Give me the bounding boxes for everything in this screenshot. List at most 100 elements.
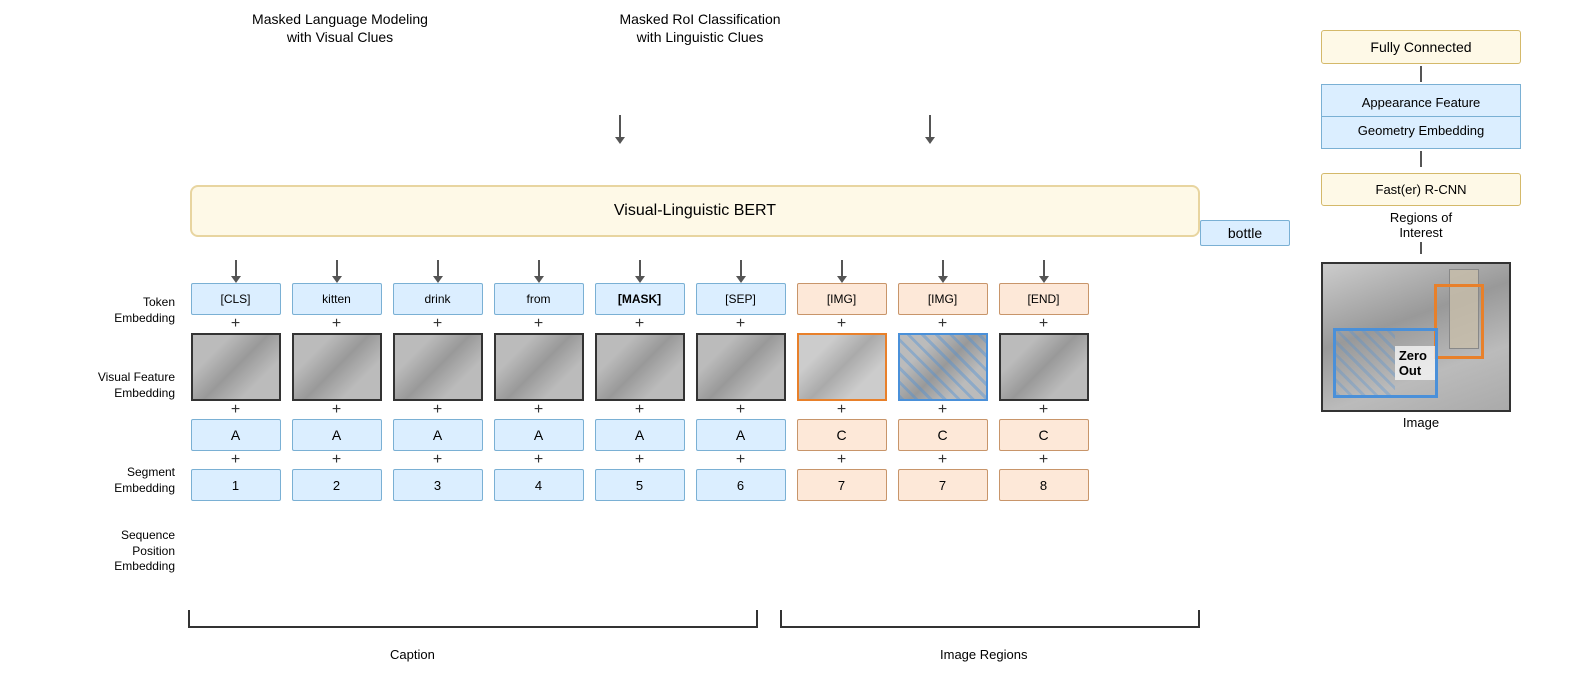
plus1-6: + bbox=[837, 316, 846, 332]
seg-box-4: A bbox=[595, 419, 685, 451]
plus3-6: + bbox=[837, 452, 846, 468]
seq-box-3: 4 bbox=[494, 469, 584, 501]
img-thumb-8 bbox=[999, 333, 1089, 401]
token-box-2: drink bbox=[393, 283, 483, 315]
token-box-1: kitten bbox=[292, 283, 382, 315]
col-1: kitten++A+2 bbox=[289, 260, 384, 501]
seg-box-8: C bbox=[999, 419, 1089, 451]
plus3-2: + bbox=[433, 452, 442, 468]
seg-box-7: C bbox=[898, 419, 988, 451]
row-label-token: Token Embedding bbox=[10, 295, 175, 326]
plus1-5: + bbox=[736, 316, 745, 332]
right-panel: Fully Connected Appearance Feature Geome… bbox=[1276, 30, 1566, 422]
arrow-line-down-0 bbox=[235, 260, 237, 276]
rp-feature-stack: Appearance Feature Geometry Embedding bbox=[1321, 84, 1521, 149]
plus1-3: + bbox=[534, 316, 543, 332]
plus3-8: + bbox=[1039, 452, 1048, 468]
image-box-container: Zero Out Image bbox=[1321, 262, 1521, 422]
plus3-1: + bbox=[332, 452, 341, 468]
columns-area: [CLS]++A+1kitten++A+2drink++A+3from++A+4… bbox=[188, 260, 1091, 501]
arrowhead-down-7 bbox=[938, 276, 948, 283]
seq-box-5: 6 bbox=[696, 469, 786, 501]
seg-box-5: A bbox=[696, 419, 786, 451]
col-3: from++A+4 bbox=[491, 260, 586, 501]
col-4: [MASK]++A+5 bbox=[592, 260, 687, 501]
img-thumb-1 bbox=[292, 333, 382, 401]
caption-bracket bbox=[188, 610, 758, 628]
arrow-line-down-7 bbox=[942, 260, 944, 276]
arrow-line-down-5 bbox=[740, 260, 742, 276]
arrowhead-bottle bbox=[615, 137, 625, 144]
arrow-line-down-2 bbox=[437, 260, 439, 276]
image-box: Zero Out bbox=[1321, 262, 1511, 412]
image-regions-label: Image Regions bbox=[940, 647, 1027, 662]
token-box-3: from bbox=[494, 283, 584, 315]
seg-box-0: A bbox=[191, 419, 281, 451]
plus2-6: + bbox=[837, 402, 846, 418]
image-label: Image bbox=[1321, 415, 1521, 430]
arrow-line-down-3 bbox=[538, 260, 540, 276]
arrow-line-down-6 bbox=[841, 260, 843, 276]
token-box-4: [MASK] bbox=[595, 283, 685, 315]
plus1-2: + bbox=[433, 316, 442, 332]
arrowhead-cat bbox=[925, 137, 935, 144]
zero-out-box: Zero Out bbox=[1333, 328, 1438, 398]
vlbert-box: Visual-Linguistic BERT bbox=[190, 185, 1200, 237]
plus2-2: + bbox=[433, 402, 442, 418]
arrowhead-down-0 bbox=[231, 276, 241, 283]
rp-faster-rcnn: Fast(er) R-CNN bbox=[1321, 173, 1521, 206]
seq-box-0: 1 bbox=[191, 469, 281, 501]
plus2-7: + bbox=[938, 402, 947, 418]
col-0: [CLS]++A+1 bbox=[188, 260, 283, 501]
plus3-4: + bbox=[635, 452, 644, 468]
plus3-7: + bbox=[938, 452, 947, 468]
arrowhead-down-2 bbox=[433, 276, 443, 283]
plus2-0: + bbox=[231, 402, 240, 418]
caption-label: Caption bbox=[390, 647, 435, 662]
plus1-1: + bbox=[332, 316, 341, 332]
col-7: [IMG]+ +C+7 bbox=[895, 260, 990, 501]
plus1-0: + bbox=[231, 316, 240, 332]
arrow-line-down-1 bbox=[336, 260, 338, 276]
seq-box-4: 5 bbox=[595, 469, 685, 501]
row-label-sequence: Sequence Position Embedding bbox=[10, 528, 175, 575]
col-2: drink++A+3 bbox=[390, 260, 485, 501]
main-container: Masked Language Modeling with Visual Clu… bbox=[10, 10, 1566, 678]
arrowhead-down-3 bbox=[534, 276, 544, 283]
rp-arrow-1 bbox=[1420, 66, 1422, 82]
label-mlm: Masked Language Modeling with Visual Clu… bbox=[240, 10, 440, 46]
arrow-line-down-4 bbox=[639, 260, 641, 276]
plus3-0: + bbox=[231, 452, 240, 468]
plus2-1: + bbox=[332, 402, 341, 418]
arrowhead-down-5 bbox=[736, 276, 746, 283]
token-box-8: [END] bbox=[999, 283, 1089, 315]
rp-appearance: Appearance Feature bbox=[1322, 89, 1520, 117]
rp-arrow-2 bbox=[1420, 151, 1422, 167]
img-thumb-2 bbox=[393, 333, 483, 401]
plus2-5: + bbox=[736, 402, 745, 418]
rp-geometry: Geometry Embedding bbox=[1322, 117, 1520, 144]
arrow-to-vlbert-bottle bbox=[619, 115, 621, 137]
seq-box-6: 7 bbox=[797, 469, 887, 501]
plus3-3: + bbox=[534, 452, 543, 468]
col-8: [END]++C+8 bbox=[996, 260, 1091, 501]
rp-roi-label: Regions of Interest bbox=[1390, 210, 1452, 240]
plus2-4: + bbox=[635, 402, 644, 418]
token-box-7: [IMG] bbox=[898, 283, 988, 315]
img-thumb-6 bbox=[797, 333, 887, 401]
orange-region-box bbox=[1434, 284, 1484, 359]
seg-box-6: C bbox=[797, 419, 887, 451]
plus1-7: + bbox=[938, 316, 947, 332]
diagram-area: Masked Language Modeling with Visual Clu… bbox=[10, 10, 1240, 670]
img-thumb-5 bbox=[696, 333, 786, 401]
arrowhead-down-1 bbox=[332, 276, 342, 283]
plus3-5: + bbox=[736, 452, 745, 468]
seg-box-1: A bbox=[292, 419, 382, 451]
vlbert-label: Visual-Linguistic BERT bbox=[614, 202, 776, 220]
arrow-line-down-8 bbox=[1043, 260, 1045, 276]
plus1-8: + bbox=[1039, 316, 1048, 332]
seg-box-2: A bbox=[393, 419, 483, 451]
img-thumb-0 bbox=[191, 333, 281, 401]
token-box-0: [CLS] bbox=[191, 283, 281, 315]
seq-box-1: 2 bbox=[292, 469, 382, 501]
